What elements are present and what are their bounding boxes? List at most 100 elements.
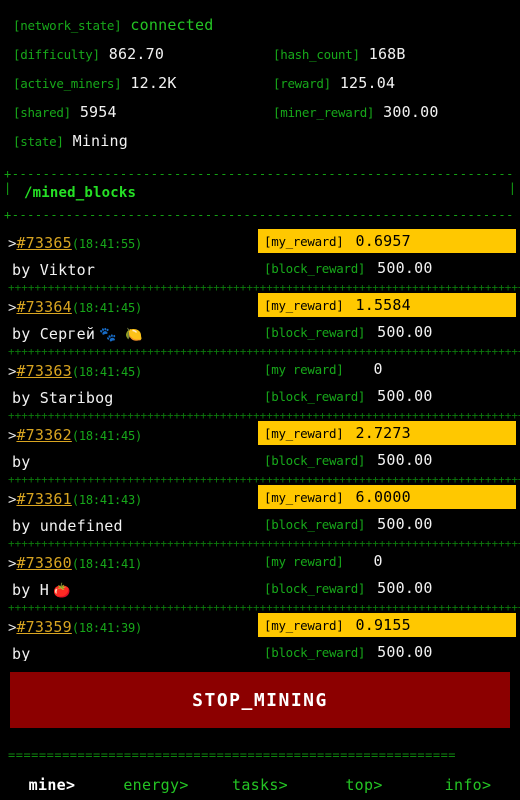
stat-value: 168B [368,44,406,63]
network-stats-panel: [network_state] connected [difficulty] 862.… [0,0,520,155]
my-reward-container: [my_reward] 0.9155 [258,613,516,640]
stat-row: [network_state] connected [0,10,520,39]
nav-item-top[interactable]: top> [312,776,416,794]
block-miner-name: by H [12,580,49,599]
stat-key: [miner_reward] [273,104,375,120]
my-reward-cell: [my_reward] 0.6957 [258,229,516,253]
stat-value: Mining [72,131,128,150]
mined-blocks-viewport[interactable]: > #73365 (18:41:55) [my_reward] 0.6957 by Vik… [0,221,520,661]
block-miner-group: by [0,645,258,662]
stat-value: 300.00 [383,102,439,121]
stat-value: 125.04 [339,73,396,92]
block-id-group[interactable]: > #73365 (18:41:55) [0,234,258,252]
my-reward-cell: [my_reward] 0.9155 [258,613,516,637]
block-timestamp: (18:41:43) [71,492,143,507]
stat-value: connected [130,15,214,34]
my-reward-cell: [my_reward] 6.0000 [258,485,516,509]
block-miner-group: by H 🍅 [0,581,258,599]
nav-item-mine[interactable]: mine> [0,776,104,794]
my-reward-container: [my_reward] 1.5584 [258,293,516,320]
mined-block-entry[interactable]: > #73363 (18:41:45) [my reward] 0 by Staribog… [0,357,520,421]
stat-key: [state] [13,133,64,149]
my-reward-cell: [my reward] 0 [258,549,516,573]
block-reward-value: 500.00 [377,579,433,597]
nav-item-info[interactable]: info> [416,776,520,794]
block-header-line: > #73364 (18:41:45) [my_reward] 1.5584 [0,293,520,320]
mined-blocks-list: > #73365 (18:41:55) [my_reward] 0.6957 by Vik… [0,229,520,661]
block-miner-line: by undefined [block_reward] 500.00 [0,512,520,539]
block-miner-name: by [12,452,40,471]
block-reward-value: 500.00 [377,515,433,533]
block-timestamp: (18:41:45) [71,300,143,315]
block-caret-icon: > [8,299,17,316]
mined-block-entry[interactable]: > #73365 (18:41:55) [my_reward] 0.6957 by Vik… [0,229,520,293]
my-reward-container: [my reward] 0 [258,549,516,576]
block-id-group[interactable]: > #73360 (18:41:41) [0,554,258,572]
block-id-link[interactable]: #73359 [16,618,71,636]
block-reward-label: [block_reward] [264,452,366,468]
block-id-group[interactable]: > #73361 (18:41:43) [0,490,258,508]
stop-mining-button[interactable]: STOP_MINING [10,672,510,728]
block-id-link[interactable]: #73364 [16,298,71,316]
my-reward-label: [my_reward] [264,297,344,313]
block-miner-line: by Viktor [block_reward] 500.00 [0,256,520,283]
mined-block-entry[interactable]: > #73362 (18:41:45) [my_reward] 2.7273 by [bl… [0,421,520,485]
stat-value: 862.70 [108,44,165,63]
stat-key: [reward] [273,75,331,91]
my-reward-label: [my_reward] [264,425,344,441]
stat-network_state: [network_state] connected [0,16,260,34]
stat-row: [difficulty] 862.70 [hash_count] 168B [0,39,520,68]
block-id-link[interactable]: #73365 [16,234,71,252]
block-separator: ++++++++++++++++++++++++++++++++++++++++… [8,283,520,293]
block-id-group[interactable]: > #73363 (18:41:45) [0,362,258,380]
block-miner-name: by Staribog [12,388,114,407]
nav-separator: ========================================… [8,748,457,762]
block-id-group[interactable]: > #73362 (18:41:45) [0,426,258,444]
my-reward-value: 1.5584 [355,296,411,314]
block-miner-line: by Сергей 🐾 🍋 [block_reward] 500.00 [0,320,520,347]
mined-block-entry[interactable]: > #73360 (18:41:41) [my reward] 0 by H 🍅 [block… [0,549,520,613]
mined-block-entry[interactable]: > #73361 (18:41:43) [my_reward] 6.0000 by und… [0,485,520,549]
block-miner-name: by undefined [12,516,123,535]
ascii-box-bottom-edge: +---------------------------------------… [4,209,516,221]
mined-block-entry[interactable]: > #73359 (18:41:39) [my_reward] 0.9155 by [bl… [0,613,520,661]
stat-shared: [shared] 5954 [0,103,260,121]
mined-block-entry[interactable]: > #73364 (18:41:45) [my_reward] 1.5584 by Сер… [0,293,520,357]
stat-state: [state] Mining [0,132,260,150]
my-reward-value: 0.9155 [355,616,411,634]
my-reward-container: [my_reward] 0.6957 [258,229,516,256]
nav-item-energy[interactable]: energy> [104,776,208,794]
stat-row: [active_miners] 12.2K [reward] 125.04 [0,68,520,97]
block-reward-label: [block_reward] [264,260,366,276]
block-header-line: > #73365 (18:41:55) [my_reward] 0.6957 [0,229,520,256]
block-reward-value: 500.00 [377,387,433,405]
block-miner-line: by Staribog [block_reward] 500.00 [0,384,520,411]
block-id-link[interactable]: #73363 [16,362,71,380]
my-reward-label: [my reward] [264,361,344,377]
block-id-group[interactable]: > #73364 (18:41:45) [0,298,258,316]
block-reward-label: [block_reward] [264,516,366,532]
block-reward-container: [block_reward] 500.00 [258,512,516,539]
block-header-line: > #73363 (18:41:45) [my reward] 0 [0,357,520,384]
my-reward-label: [my_reward] [264,233,344,249]
nav-item-tasks[interactable]: tasks> [208,776,312,794]
block-separator: ++++++++++++++++++++++++++++++++++++++++… [8,475,520,485]
stat-value: 5954 [79,102,117,121]
block-timestamp: (18:41:45) [71,428,143,443]
block-timestamp: (18:41:41) [71,556,143,571]
block-miner-line: by [block_reward] 500.00 [0,448,520,475]
stat-row: [state] Mining [0,126,520,155]
block-reward-cell: [block_reward] 500.00 [258,576,516,600]
block-header-line: > #73359 (18:41:39) [my_reward] 0.9155 [0,613,520,640]
stat-value: 12.2K [130,73,177,92]
block-reward-container: [block_reward] 500.00 [258,256,516,283]
block-id-link[interactable]: #73362 [16,426,71,444]
my-reward-cell: [my reward] 0 [258,357,516,381]
block-id-link[interactable]: #73361 [16,490,71,508]
bottom-navigation: mine> energy> tasks> top> info> [0,770,520,800]
miner-emoji-icon: 🍅 [52,582,71,599]
block-reward-container: [block_reward] 500.00 [258,448,516,475]
block-miner-group: by Viktor [0,261,258,279]
block-id-link[interactable]: #73360 [16,554,71,572]
block-id-group[interactable]: > #73359 (18:41:39) [0,618,258,636]
